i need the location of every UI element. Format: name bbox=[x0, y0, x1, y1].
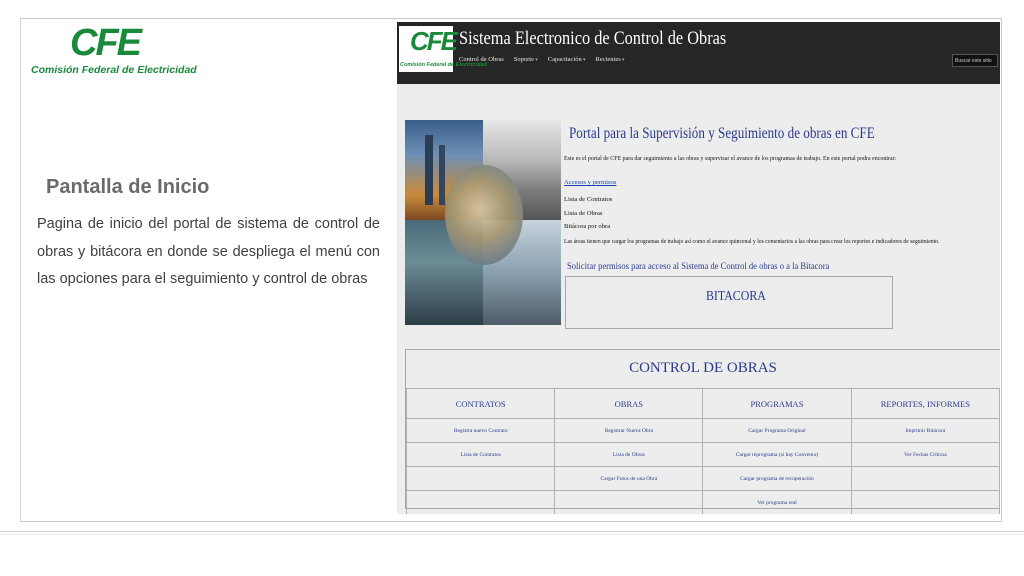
chimney-graphic-secondary bbox=[439, 145, 445, 205]
column-header-obras: OBRAS bbox=[554, 388, 704, 419]
ver-fechas-criticas-link[interactable]: Ver Fechas Críticas bbox=[850, 442, 1000, 467]
slide-divider bbox=[0, 531, 1024, 532]
chimney-graphic bbox=[425, 135, 433, 205]
cfe-logo-caption: Comisión Federal de Electricidad bbox=[31, 64, 197, 76]
column-header-programas: PROGRAMAS bbox=[702, 388, 852, 419]
search-input[interactable]: Buscar este sitio bbox=[952, 54, 998, 67]
table-cell-empty bbox=[554, 490, 704, 514]
list-item: Lista de Obras bbox=[564, 209, 603, 217]
portal-feature-list: Lista de Contratos Lista de Obras Bitáco… bbox=[564, 193, 612, 234]
request-access-link[interactable]: Solicitar permisos para acceso al Sistem… bbox=[567, 262, 829, 272]
cargar-fotos-link[interactable]: Cargar Fotos de una Obra bbox=[554, 466, 704, 491]
cargar-recuperacion-link[interactable]: Cargar programa de recuperación bbox=[702, 466, 852, 491]
portal-site-title: Sistema Electronico de Control de Obras bbox=[459, 28, 727, 49]
table-row: Cargar Fotos de una Obra Cargar programa… bbox=[405, 466, 1000, 491]
column-header-contratos: CONTRATOS bbox=[405, 388, 556, 419]
table-cell-empty bbox=[405, 490, 556, 514]
nav-item-control-de-obras[interactable]: Control de Obras bbox=[459, 56, 504, 63]
ver-programa-real-link[interactable]: Ver programa real bbox=[702, 490, 852, 514]
registra-contrato-link[interactable]: Registra nuevo Contrato bbox=[405, 418, 556, 443]
control-de-obras-panel: CONTROL DE OBRAS CONTRATOS OBRAS PROGRAM… bbox=[405, 349, 1000, 514]
slide-title: Pantalla de Inicio bbox=[46, 176, 210, 198]
bitacora-panel[interactable]: BITACORA bbox=[565, 276, 893, 329]
portal-screenshot: CFE Comisión Federal de Electricidad Sis… bbox=[397, 22, 1000, 514]
nav-item-soporte[interactable]: Soporte bbox=[514, 56, 538, 63]
portal-logo[interactable]: CFE Comisión Federal de Electricidad bbox=[399, 26, 487, 72]
list-item: Lista de Contratos bbox=[564, 196, 613, 203]
nav-item-recientes[interactable]: Recientes bbox=[595, 56, 624, 63]
registrar-obra-link[interactable]: Registrar Nueva Obra bbox=[554, 418, 704, 443]
portal-nav: Control de Obras Soporte Capacitación Re… bbox=[459, 56, 625, 63]
portal-title: Portal para la Supervisión y Seguimiento… bbox=[569, 125, 875, 142]
bitacora-label: BITACORA bbox=[706, 289, 766, 304]
access-permissions-link[interactable]: Accesos y permisos bbox=[564, 179, 616, 186]
portal-areas-note: Las áreas tienen que cargar los programa… bbox=[564, 238, 940, 245]
portal-logo-mark: CFE bbox=[410, 26, 458, 56]
table-row: Ver programa real bbox=[405, 490, 1000, 514]
imprimir-bitacora-link[interactable]: Imprimir Bitácora bbox=[850, 418, 1000, 443]
cfe-logo-mark: CFE bbox=[70, 22, 142, 64]
lista-contratos-link[interactable]: Lista de Contratos bbox=[405, 442, 556, 467]
portal-header: CFE Comisión Federal de Electricidad Sis… bbox=[397, 22, 1000, 84]
column-header-reportes: REPORTES, INFORMES bbox=[850, 388, 1000, 419]
table-cell-empty bbox=[405, 466, 556, 491]
table-cell-empty bbox=[850, 466, 1000, 491]
table-row: Lista de Contratos Lista de Obras Cargar… bbox=[405, 442, 1000, 467]
table-cell-empty bbox=[850, 490, 1000, 514]
control-table: CONTRATOS OBRAS PROGRAMAS REPORTES, INFO… bbox=[405, 388, 1000, 514]
slide-description: Pagina de inicio del portal de sistema d… bbox=[37, 216, 380, 287]
lista-obras-link[interactable]: Lista de Obras bbox=[554, 442, 704, 467]
nav-item-capacitacion[interactable]: Capacitación bbox=[548, 56, 586, 63]
control-title: CONTROL DE OBRAS bbox=[629, 360, 777, 376]
cargar-programa-original-link[interactable]: Cargar Programa Original bbox=[702, 418, 852, 443]
photo-construction-circle bbox=[445, 165, 523, 265]
slide-divider-secondary bbox=[0, 534, 1024, 535]
table-row: Registra nuevo Contrato Registrar Nueva … bbox=[405, 418, 1000, 443]
power-plant-photo-collage bbox=[405, 120, 561, 325]
list-item: Bitácora por obra bbox=[564, 223, 611, 230]
portal-intro: Este es el portal de CFE para dar seguim… bbox=[564, 155, 897, 162]
cfe-logo: CFE Comisión Federal de Electricidad bbox=[28, 20, 210, 80]
cargar-reprograma-link[interactable]: Cargar reprograma (si hay Convenio) bbox=[702, 442, 852, 467]
